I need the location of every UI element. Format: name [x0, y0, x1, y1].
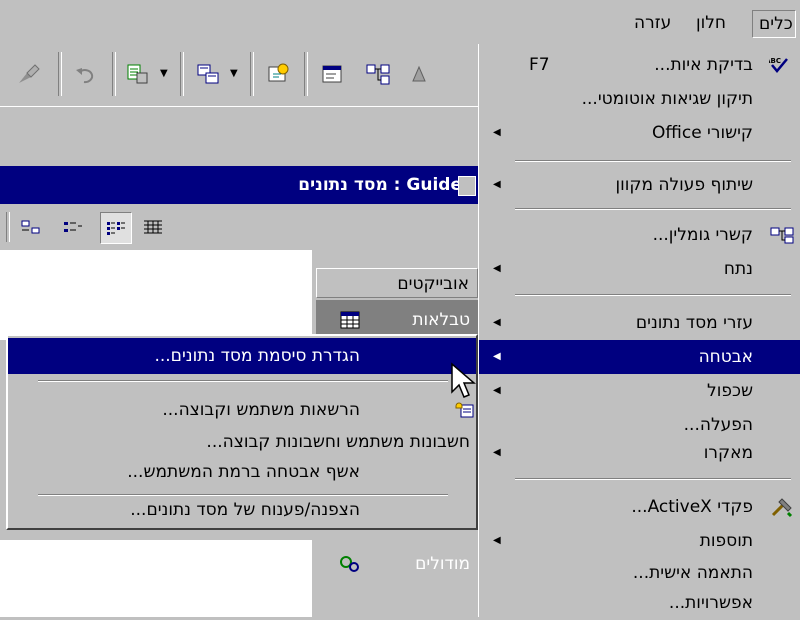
submenu-arrow-icon: ◀ [493, 351, 501, 362]
menu-item-label: בדיקת איות... [654, 55, 753, 75]
submenu-item-label: אשף אבטחה ברמת המשתמש... [127, 462, 360, 482]
menu-item-shortcut: F7 [529, 55, 550, 75]
submenu-item-label: הרשאות משתמש וקבוצה... [162, 400, 360, 420]
details-view-icon[interactable] [138, 212, 168, 242]
database-window-toolbar [0, 204, 478, 248]
submenu-arrow-icon: ◀ [493, 263, 501, 274]
chevron-down-icon[interactable]: ▼ [230, 68, 238, 79]
menu-item-replication[interactable]: שכפול ◀ [479, 374, 800, 408]
menu-item-label: תוספות [699, 531, 753, 551]
list-view-icon[interactable] [100, 212, 132, 244]
format-painter-icon[interactable] [8, 54, 48, 94]
menu-tools[interactable]: כלים [752, 10, 796, 38]
database-object-list [0, 250, 312, 340]
submenu-arrow-icon: ◀ [493, 127, 501, 138]
menu-help-label: עזרה [634, 13, 672, 33]
menu-item-label: קישורי Office [652, 123, 753, 143]
menu-tools-label: כלים [759, 14, 793, 34]
module-icon [338, 552, 362, 576]
toolbar-separator [304, 52, 308, 96]
relationships-icon[interactable] [358, 54, 398, 94]
menu-item-label: נתח [723, 259, 753, 279]
small-icons-view-icon[interactable] [58, 212, 88, 242]
menu-bar: כלים חלון עזרה [0, 0, 800, 44]
toolbar-separator [58, 52, 62, 96]
spellcheck-icon: ABC [767, 54, 797, 76]
activex-icon [767, 496, 797, 518]
menu-item-database-utilities[interactable]: עזרי מסד נתונים ◀ [479, 306, 800, 340]
database-object-list-bottom [0, 540, 312, 617]
objects-header-label: אובייקטים [397, 274, 469, 294]
submenu-arrow-icon: ◀ [493, 385, 501, 396]
submenu-arrow-icon: ◀ [493, 317, 501, 328]
menu-item-label: אבטחה [698, 347, 753, 367]
menu-item-label: שכפול [707, 381, 753, 401]
menu-item-online-collaboration[interactable]: שיתוף פעולה מקוון ◀ [479, 168, 800, 202]
menu-separator [515, 478, 791, 480]
menu-item-security[interactable]: אבטחה ◀ [479, 340, 800, 374]
menu-separator [515, 208, 791, 210]
submenu-item-encrypt-decrypt-database[interactable]: הצפנה/פענוח של מסד נתונים... [8, 492, 476, 528]
submenu-arrow-icon: ◀ [493, 535, 501, 546]
large-icons-view-icon[interactable] [16, 212, 46, 242]
menu-item-label: תיקון שגיאות אוטומטי... [581, 89, 753, 109]
office-links-icon[interactable] [118, 54, 158, 94]
toolbar-separator [112, 52, 116, 96]
menu-item-label: התאמה אישית... [632, 563, 753, 583]
objects-item-label: מודולים [415, 554, 470, 574]
code-icon[interactable] [258, 54, 298, 94]
mouse-cursor-icon [450, 362, 478, 402]
objects-item-modules[interactable]: מודולים [316, 544, 478, 584]
table-icon [338, 308, 362, 332]
new-object-icon[interactable] [400, 54, 440, 94]
menu-item-label: פקדי ActiveX... [631, 497, 753, 517]
menu-item-label: שיתוף פעולה מקוון [615, 175, 754, 195]
submenu-arrow-icon: ◀ [493, 179, 501, 190]
menu-item-activex-controls[interactable]: פקדי ActiveX... [479, 490, 800, 524]
database-window-title: Guide : מסד נתונים [298, 175, 462, 195]
menu-item-spelling[interactable]: ABC בדיקת איות... F7 [479, 48, 800, 82]
toolbar-separator [6, 212, 10, 242]
menu-window-label: חלון [696, 13, 727, 33]
menu-item-macro[interactable]: מאקרו ◀ [479, 436, 800, 470]
menu-separator [38, 380, 448, 382]
app-workspace [0, 106, 478, 165]
submenu-item-user-group-permissions[interactable]: הרשאות משתמש וקבוצה... [8, 392, 476, 428]
menu-item-options[interactable]: אפשרויות... [479, 586, 800, 620]
menu-item-office-links[interactable]: קישורי Office ◀ [479, 116, 800, 150]
submenu-item-user-level-security-wizard[interactable]: אשף אבטחה ברמת המשתמש... [8, 454, 476, 490]
menu-item-label: עזרי מסד נתונים [635, 313, 753, 333]
toolbar-separator [250, 52, 254, 96]
svg-text:ABC: ABC [769, 57, 781, 65]
database-window-titlebar[interactable]: Guide : מסד נתונים [0, 166, 478, 204]
submenu-arrow-icon: ◀ [493, 447, 501, 458]
chevron-down-icon[interactable]: ▼ [160, 68, 168, 79]
submenu-item-label: הצפנה/פענוח של מסד נתונים... [130, 500, 360, 520]
menu-window[interactable]: חלון [690, 10, 732, 36]
menu-separator [515, 294, 791, 296]
undo-icon[interactable] [66, 54, 106, 94]
menu-item-label: קשרי גומלין... [652, 225, 753, 245]
menu-item-customize[interactable]: התאמה אישית... [479, 556, 800, 590]
database-window-icon [458, 176, 476, 196]
tools-menu: ABC בדיקת איות... F7 תיקון שגיאות אוטומט… [478, 44, 800, 617]
objects-header[interactable]: אובייקטים [316, 268, 478, 298]
properties-icon[interactable] [312, 54, 352, 94]
menu-item-label: מאקרו [703, 443, 753, 463]
menu-separator [515, 160, 791, 162]
menu-item-autocorrect[interactable]: תיקון שגיאות אוטומטי... [479, 82, 800, 116]
menu-item-relationships[interactable]: קשרי גומלין... [479, 218, 800, 252]
security-submenu: הגדרת סיסמת מסד נתונים... הרשאות משתמש ו… [6, 334, 478, 530]
submenu-item-set-database-password[interactable]: הגדרת סיסמת מסד נתונים... [8, 338, 476, 374]
menu-help[interactable]: עזרה [628, 10, 677, 36]
main-toolbar: ▼ ▼ [0, 44, 478, 106]
toolbar-separator [180, 52, 184, 96]
relationships-icon [767, 224, 797, 246]
submenu-item-label: הגדרת סיסמת מסד נתונים... [154, 346, 360, 366]
menu-item-label: אפשרויות... [668, 593, 753, 613]
menu-item-add-ins[interactable]: תוספות ◀ [479, 524, 800, 558]
analyze-icon[interactable] [188, 54, 228, 94]
menu-item-analyze[interactable]: נתח ◀ [479, 252, 800, 286]
